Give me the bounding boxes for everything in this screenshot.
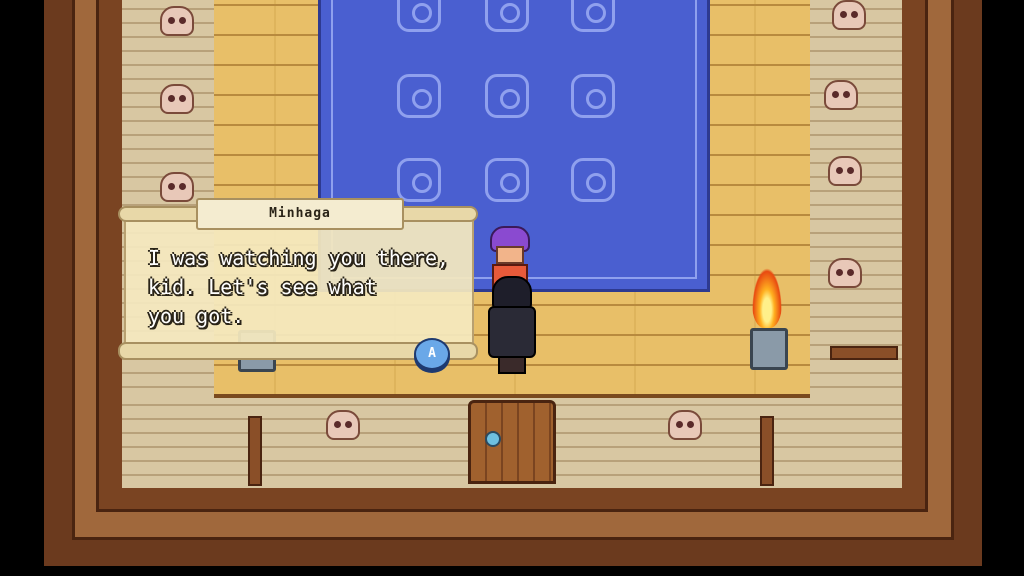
skull-icon — [160, 84, 194, 114]
wall-post — [760, 416, 774, 486]
skull-icon — [832, 0, 866, 30]
npc-face — [496, 246, 524, 264]
player-character — [488, 276, 536, 374]
rug-motif — [485, 74, 529, 118]
rug-motif — [397, 0, 441, 32]
skull-icon — [828, 258, 862, 288]
rug-motif — [397, 158, 441, 202]
skull-icon — [824, 80, 858, 110]
player-legs — [498, 356, 526, 374]
rug-motif — [397, 74, 441, 118]
wall-beam — [830, 346, 898, 360]
player-body — [488, 306, 536, 358]
skull-icon — [326, 410, 360, 440]
rug-motif — [485, 0, 529, 32]
rug-motif — [571, 158, 615, 202]
wall-post — [248, 416, 262, 486]
skull-icon — [160, 172, 194, 202]
door-knob-icon — [485, 431, 501, 447]
rug-motif — [571, 74, 615, 118]
rug-motif — [571, 0, 615, 32]
rug-motif — [485, 158, 529, 202]
right-pedestal — [750, 328, 788, 370]
game-scene: Minhaga I was watching you there, kid. L… — [0, 0, 1024, 576]
torch-icon — [752, 268, 782, 328]
skull-icon — [828, 156, 862, 186]
wooden-door[interactable] — [468, 400, 556, 484]
speaker-name: Minhaga — [196, 198, 404, 230]
skull-icon — [668, 410, 702, 440]
skull-icon — [160, 6, 194, 36]
right-stone-wall — [810, 0, 902, 400]
dialog-text: I was watching you there, kid. Let's see… — [148, 246, 450, 328]
advance-dialog-button[interactable]: A — [414, 338, 450, 370]
